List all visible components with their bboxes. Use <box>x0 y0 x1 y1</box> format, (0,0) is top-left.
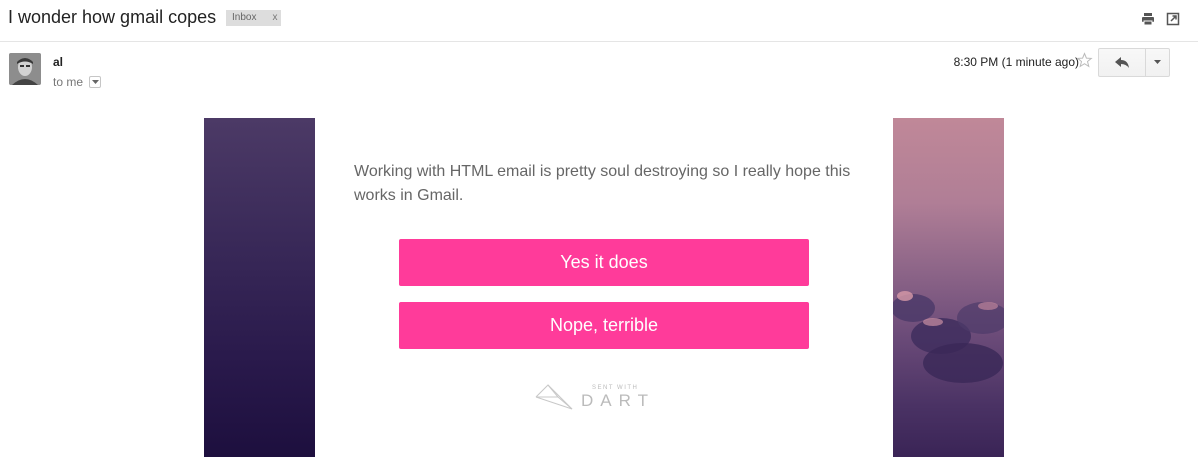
sender-name[interactable]: al <box>53 55 63 69</box>
nope-terrible-button[interactable]: Nope, terrible <box>399 302 809 349</box>
email-message: Working with HTML email is pretty soul d… <box>354 163 851 204</box>
reply-icon <box>1114 57 1129 68</box>
dart-brand-text[interactable]: DART <box>581 391 655 411</box>
subject-bar: I wonder how gmail copes Inbox x <box>0 0 1198 42</box>
right-decorative-panel <box>893 118 1004 457</box>
new-window-icon[interactable] <box>1166 12 1180 26</box>
remove-label-button[interactable]: x <box>272 12 277 23</box>
inbox-label-chip[interactable]: Inbox x <box>226 10 282 26</box>
recipient-text: to me <box>53 75 84 89</box>
cloud-image <box>893 291 1004 383</box>
chevron-down-icon <box>1154 60 1161 64</box>
print-icon[interactable] <box>1141 12 1155 26</box>
details-toggle[interactable] <box>89 76 102 88</box>
inbox-label-text: Inbox <box>232 12 257 23</box>
message-timestamp: 8:30 PM (1 minute ago) <box>953 55 1079 69</box>
star-icon[interactable] <box>1076 52 1093 69</box>
chevron-down-icon <box>91 79 99 84</box>
avatar <box>9 53 41 85</box>
yes-it-does-button[interactable]: Yes it does <box>399 239 809 286</box>
reply-button[interactable] <box>1098 48 1146 77</box>
more-actions-button[interactable] <box>1146 48 1170 77</box>
email-subject: I wonder how gmail copes <box>8 7 217 27</box>
top-icons <box>1141 12 1180 26</box>
left-decorative-panel <box>204 118 315 457</box>
recipient-line: to me <box>53 75 102 89</box>
reply-button-group <box>1098 48 1170 77</box>
